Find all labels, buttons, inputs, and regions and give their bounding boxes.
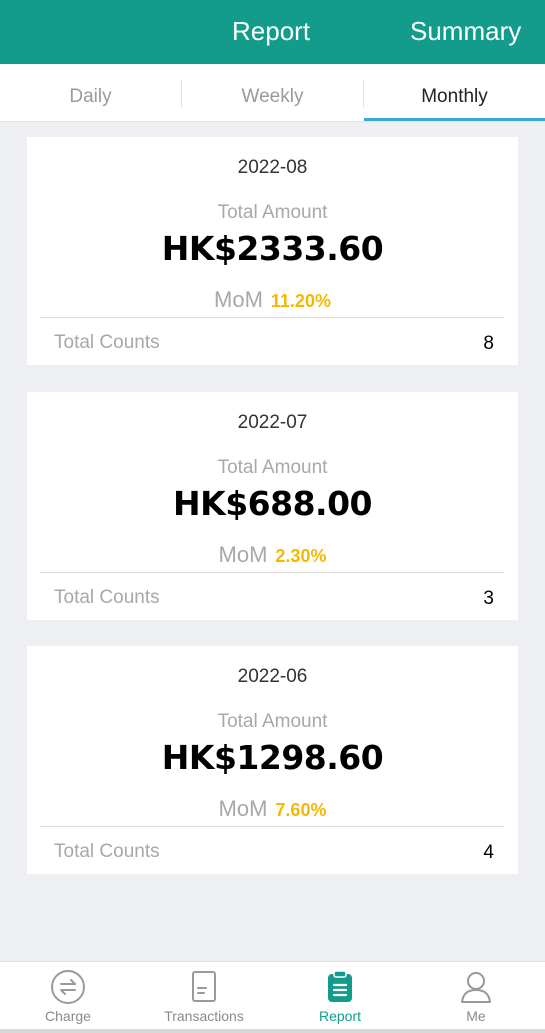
- card-divider: [40, 826, 504, 827]
- mom-label: MoM: [218, 796, 268, 821]
- person-icon: [458, 969, 494, 1010]
- mom-value: 7.60%: [275, 800, 327, 820]
- card-month: 2022-06: [237, 666, 308, 687]
- tab-daily[interactable]: Daily: [0, 64, 181, 122]
- mom-row: MoM 2.30%: [27, 542, 518, 568]
- card-month: 2022-07: [237, 412, 308, 433]
- total-amount-value: HK$2333.60: [161, 229, 384, 268]
- card-divider: [40, 317, 504, 318]
- clipboard-icon: [322, 969, 358, 1010]
- total-counts-label: Total Counts: [54, 587, 160, 608]
- summary-button[interactable]: Summary: [410, 16, 521, 47]
- top-header: Report Summary: [0, 0, 545, 64]
- swap-arrows-icon: [50, 969, 86, 1010]
- home-indicator: [0, 1029, 545, 1033]
- nav-me-label: Me: [466, 1008, 486, 1024]
- mom-row: MoM 7.60%: [27, 796, 518, 822]
- nav-transactions-label: Transactions: [164, 1008, 244, 1024]
- card-divider: [40, 572, 504, 573]
- bottom-navigation: Charge Transactions Report Me: [0, 961, 545, 1033]
- mom-value: 2.30%: [275, 546, 327, 566]
- report-card[interactable]: 2022-07 Total Amount HK$688.00 MoM 2.30% …: [27, 392, 518, 620]
- total-amount-label: Total Amount: [217, 202, 328, 223]
- tab-weekly[interactable]: Weekly: [182, 64, 363, 122]
- total-counts-value: 4: [483, 842, 494, 863]
- document-icon: [186, 969, 222, 1010]
- tab-monthly[interactable]: Monthly: [364, 64, 545, 122]
- active-tab-indicator: [364, 118, 545, 121]
- nav-charge-label: Charge: [45, 1008, 91, 1024]
- period-tabs: Daily Weekly Monthly: [0, 64, 545, 122]
- nav-report-label: Report: [318, 1008, 362, 1024]
- total-amount-label: Total Amount: [217, 457, 328, 478]
- total-amount-label: Total Amount: [217, 711, 328, 732]
- total-counts-value: 3: [483, 588, 494, 609]
- nav-transactions[interactable]: Transactions: [136, 962, 272, 1030]
- page-title: Report: [232, 16, 311, 46]
- mom-row: MoM 11.20%: [27, 287, 518, 313]
- mom-label: MoM: [218, 542, 268, 567]
- nav-me[interactable]: Me: [408, 962, 544, 1030]
- total-counts-label: Total Counts: [54, 332, 160, 353]
- report-card[interactable]: 2022-08 Total Amount HK$2333.60 MoM 11.20…: [27, 137, 518, 365]
- total-counts-label: Total Counts: [54, 841, 160, 862]
- total-counts-value: 8: [483, 333, 494, 354]
- nav-charge[interactable]: Charge: [0, 962, 136, 1030]
- total-amount-value: HK$1298.60: [161, 738, 384, 777]
- nav-report[interactable]: Report: [272, 962, 408, 1030]
- mom-value: 11.20%: [270, 291, 331, 311]
- card-month: 2022-08: [237, 157, 308, 178]
- total-amount-value: HK$688.00: [173, 484, 373, 523]
- mom-label: MoM: [214, 287, 263, 312]
- report-card[interactable]: 2022-06 Total Amount HK$1298.60 MoM 7.60%…: [27, 646, 518, 874]
